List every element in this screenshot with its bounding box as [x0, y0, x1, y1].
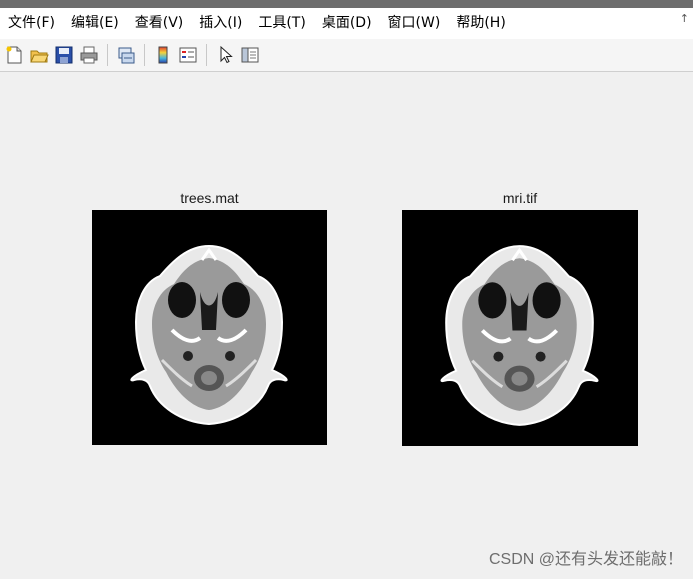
window-titlebar-strip — [0, 0, 693, 8]
pointer-icon — [220, 45, 233, 64]
save-button[interactable] — [52, 43, 76, 67]
new-figure-icon — [6, 46, 22, 64]
menu-view[interactable]: 查看(V) — [127, 8, 192, 39]
mri-slice-image — [440, 245, 599, 426]
print-icon — [80, 46, 98, 64]
toolbar-separator — [206, 44, 207, 66]
menu-desktop[interactable]: 桌面(D) — [314, 8, 380, 39]
menu-tools[interactable]: 工具(T) — [250, 8, 313, 39]
link-plot-icon — [118, 47, 135, 64]
legend-button[interactable] — [176, 43, 200, 67]
axes-image-right[interactable] — [402, 210, 638, 446]
link-plot-button[interactable] — [114, 43, 138, 67]
menu-overflow-icon[interactable]: ↑ — [680, 12, 689, 25]
mri-slice-image — [130, 244, 288, 426]
edit-plot-button[interactable] — [213, 43, 237, 67]
legend-icon — [179, 47, 197, 63]
property-editor-icon — [241, 47, 259, 63]
toolbar-separator — [107, 44, 108, 66]
csdn-watermark: CSDN @还有头发还能敲！ — [488, 551, 683, 568]
menu-edit[interactable]: 编辑(E) — [63, 8, 127, 39]
open-file-button[interactable] — [27, 43, 51, 67]
colorbar-icon — [158, 46, 168, 64]
axes-image-left[interactable] — [92, 210, 327, 445]
menu-window[interactable]: 窗口(W) — [380, 8, 449, 39]
axes-title-right: mri.tif — [502, 190, 538, 206]
print-button[interactable] — [77, 43, 101, 67]
axes-title-left: trees.mat — [180, 190, 239, 206]
menu-help[interactable]: 帮助(H) — [448, 8, 513, 39]
menu-file[interactable]: 文件(F) — [0, 8, 63, 39]
menu-bar: 文件(F) 编辑(E) 查看(V) 插入(I) 工具(T) 桌面(D) 窗口(W… — [0, 8, 693, 39]
toolbar-separator — [144, 44, 145, 66]
property-editor-button[interactable] — [238, 43, 262, 67]
figure-toolbar — [0, 39, 693, 72]
new-figure-button[interactable] — [2, 43, 26, 67]
figure-canvas: trees.mat mri.tif CSDN @还有头发还能敲！ — [0, 72, 693, 579]
save-icon — [55, 46, 73, 64]
open-file-icon — [30, 50, 49, 63]
colorbar-button[interactable] — [151, 43, 175, 67]
menu-insert[interactable]: 插入(I) — [191, 8, 250, 39]
